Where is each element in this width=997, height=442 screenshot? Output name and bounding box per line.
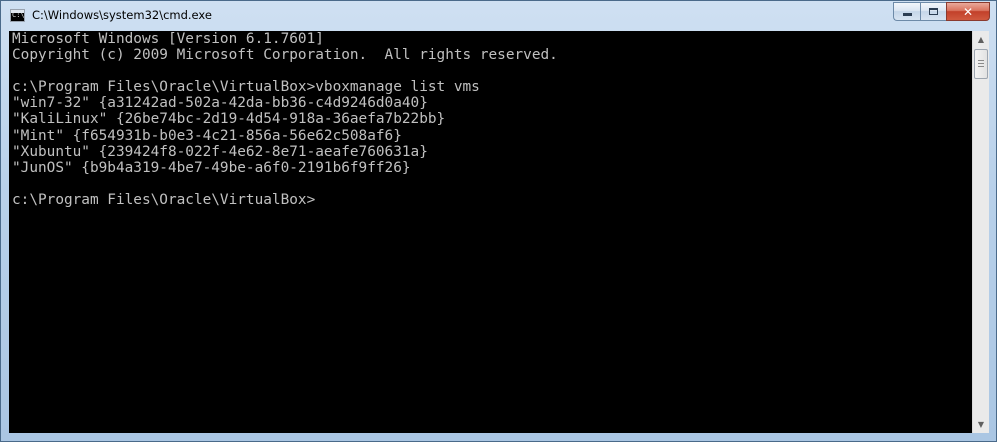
console-line: "JunOS" {b9b4a319-4be7-49be-a6f0-2191b6f… xyxy=(12,159,411,176)
maximize-icon xyxy=(929,8,938,15)
console-line: "Mint" {f654931b-b0e3-4c21-856a-56e62c50… xyxy=(12,127,402,144)
console-line: "Xubuntu" {239424f8-022f-4e62-8e71-aeafe… xyxy=(12,143,428,160)
scroll-up-button[interactable]: ▲ xyxy=(973,31,989,48)
scrollbar-thumb[interactable] xyxy=(974,49,988,79)
caption-buttons: ✕ xyxy=(893,2,990,21)
scroll-down-button[interactable]: ▼ xyxy=(973,416,989,433)
close-icon: ✕ xyxy=(962,4,974,19)
close-button[interactable]: ✕ xyxy=(946,2,990,21)
cmd-window: C:\ C:\Windows\system32\cmd.exe ✕ Micros… xyxy=(0,0,997,442)
console-line: c:\Program Files\Oracle\VirtualBox> xyxy=(12,191,316,208)
console-line: "KaliLinux" {26be74bc-2d19-4d54-918a-36a… xyxy=(12,111,446,128)
minimize-button[interactable] xyxy=(893,2,920,21)
cmd-icon[interactable]: C:\ xyxy=(10,9,25,22)
grip-icon xyxy=(978,60,984,68)
vertical-scrollbar[interactable]: ▲ ▼ xyxy=(972,31,989,433)
arrow-up-icon: ▲ xyxy=(977,35,985,44)
minimize-icon xyxy=(902,13,912,16)
window-title: C:\Windows\system32\cmd.exe xyxy=(32,8,212,22)
title-bar[interactable]: C:\ C:\Windows\system32\cmd.exe ✕ xyxy=(1,1,996,30)
console-text: Microsoft Windows [Version 6.1.7601] Cop… xyxy=(12,31,558,208)
console-line: Microsoft Windows [Version 6.1.7601] xyxy=(12,31,324,47)
maximize-button[interactable] xyxy=(920,2,946,21)
console-line: "win7-32" {a31242ad-502a-42da-bb36-c4d92… xyxy=(12,95,428,112)
cmd-icon-text: C:\ xyxy=(12,11,25,19)
console-line: Copyright (c) 2009 Microsoft Corporation… xyxy=(12,47,558,64)
arrow-down-icon: ▼ xyxy=(977,420,985,429)
console-output[interactable]: Microsoft Windows [Version 6.1.7601] Cop… xyxy=(9,31,972,433)
console-line: c:\Program Files\Oracle\VirtualBox>vboxm… xyxy=(12,79,480,96)
